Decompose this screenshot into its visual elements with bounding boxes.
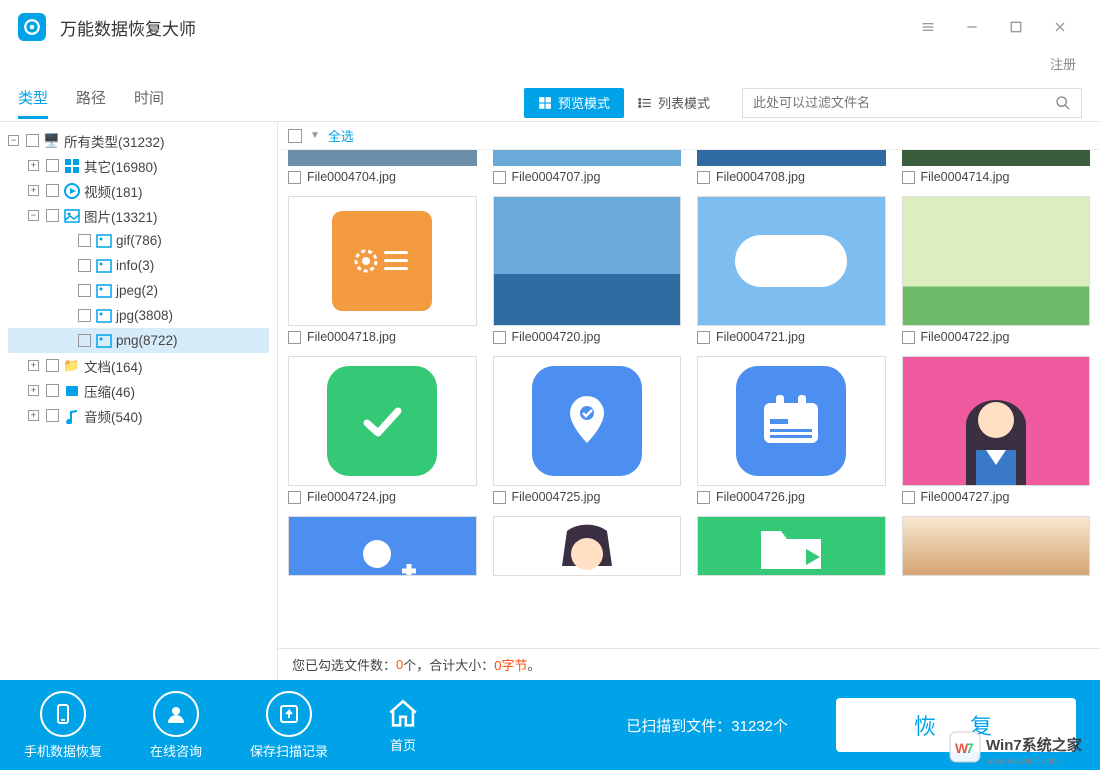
viewmode-list-label: 列表模式	[658, 93, 710, 112]
file-item[interactable]: File0004714.jpg	[902, 150, 1091, 184]
select-all-checkbox[interactable]	[288, 129, 302, 143]
file-item[interactable]: File0004704.jpg	[288, 150, 477, 184]
file-item[interactable]: File0004727.jpg	[902, 356, 1091, 504]
tree-all-label: 所有类型(31232)	[64, 131, 165, 151]
file-name: File0004721.jpg	[716, 330, 805, 344]
file-grid[interactable]: File0004704.jpg File0004707.jpg File0004…	[278, 150, 1100, 648]
file-checkbox[interactable]	[493, 331, 506, 344]
tree-jpeg[interactable]: jpeg(2)	[8, 278, 269, 303]
tree-info[interactable]: info(3)	[8, 253, 269, 278]
footer-home[interactable]: 首页	[386, 697, 420, 754]
tree-all[interactable]: −🖥️所有类型(31232)	[8, 128, 269, 153]
file-checkbox[interactable]	[697, 171, 710, 184]
file-item[interactable]	[902, 516, 1091, 576]
file-checkbox[interactable]	[902, 491, 915, 504]
file-item[interactable]: File0004718.jpg	[288, 196, 477, 344]
file-item[interactable]: File0004724.jpg	[288, 356, 477, 504]
tree-document[interactable]: +📁文档(164)	[8, 353, 269, 378]
file-name: File0004704.jpg	[307, 170, 396, 184]
footer-chat-label: 在线咨询	[150, 741, 202, 760]
tree-image-label: 图片(13321)	[84, 206, 158, 226]
file-item[interactable]: File0004722.jpg	[902, 196, 1091, 344]
file-name: File0004725.jpg	[512, 490, 601, 504]
tree-png-label: png(8722)	[116, 333, 178, 348]
minimize-button[interactable]	[950, 5, 994, 49]
search-box[interactable]	[742, 88, 1082, 118]
tab-time[interactable]: 时间	[134, 87, 164, 119]
file-name: File0004727.jpg	[921, 490, 1010, 504]
file-item[interactable]: File0004721.jpg	[697, 196, 886, 344]
file-item[interactable]	[493, 516, 682, 576]
file-name: File0004722.jpg	[921, 330, 1010, 344]
file-item[interactable]: File0004707.jpg	[493, 150, 682, 184]
close-button[interactable]	[1038, 5, 1082, 49]
tree-png[interactable]: png(8722)	[8, 328, 269, 353]
footer-home-label: 首页	[390, 735, 416, 754]
tree-other[interactable]: +其它(16980)	[8, 153, 269, 178]
tree-other-label: 其它(16980)	[84, 156, 158, 176]
file-name: File0004714.jpg	[921, 170, 1010, 184]
tree-gif[interactable]: gif(786)	[8, 228, 269, 253]
file-item[interactable]: File0004720.jpg	[493, 196, 682, 344]
file-checkbox[interactable]	[493, 171, 506, 184]
file-item[interactable]: File0004726.jpg	[697, 356, 886, 504]
select-all-row[interactable]: ▼ 全选	[278, 122, 1100, 150]
menu-button[interactable]	[906, 5, 950, 49]
dropdown-icon[interactable]: ▼	[310, 130, 320, 141]
file-item[interactable]: File0004708.jpg	[697, 150, 886, 184]
scan-status: 已扫描到文件：31232个	[626, 715, 788, 736]
file-checkbox[interactable]	[902, 171, 915, 184]
viewmode-list[interactable]: 列表模式	[624, 88, 724, 118]
register-link[interactable]: 注册	[1050, 54, 1076, 73]
tab-type[interactable]: 类型	[18, 87, 48, 119]
file-checkbox[interactable]	[288, 171, 301, 184]
file-name: File0004726.jpg	[716, 490, 805, 504]
search-icon[interactable]	[1055, 95, 1071, 111]
tree-video[interactable]: +视频(181)	[8, 178, 269, 203]
tree-video-label: 视频(181)	[84, 181, 143, 201]
app-logo	[18, 13, 46, 41]
file-name: File0004718.jpg	[307, 330, 396, 344]
footer-phone-recover[interactable]: 手机数据恢复	[24, 691, 102, 760]
sidebar-tree[interactable]: −🖥️所有类型(31232) +其它(16980) +视频(181) −图片(1…	[0, 122, 278, 680]
file-name: File0004708.jpg	[716, 170, 805, 184]
tree-audio-label: 音频(540)	[84, 406, 143, 426]
select-all-label[interactable]: 全选	[328, 126, 354, 145]
tree-jpg-label: jpg(3808)	[116, 308, 173, 323]
tab-path[interactable]: 路径	[76, 87, 106, 119]
file-item[interactable]: File0004725.jpg	[493, 356, 682, 504]
tree-audio[interactable]: +音频(540)	[8, 403, 269, 428]
tree-info-label: info(3)	[116, 258, 154, 273]
file-checkbox[interactable]	[697, 331, 710, 344]
tree-jpg[interactable]: jpg(3808)	[8, 303, 269, 328]
tree-doc-label: 文档(164)	[84, 356, 143, 376]
file-item[interactable]	[288, 516, 477, 576]
file-name: File0004720.jpg	[512, 330, 601, 344]
maximize-button[interactable]	[994, 5, 1038, 49]
tree-image[interactable]: −图片(13321)	[8, 203, 269, 228]
tree-gif-label: gif(786)	[116, 233, 162, 248]
file-name: File0004724.jpg	[307, 490, 396, 504]
app-title: 万能数据恢复大师	[60, 15, 196, 40]
file-checkbox[interactable]	[493, 491, 506, 504]
search-input[interactable]	[753, 95, 1055, 110]
file-checkbox[interactable]	[697, 491, 710, 504]
recover-button[interactable]: 恢 复	[836, 698, 1076, 752]
viewmode-preview[interactable]: 预览模式	[524, 88, 624, 118]
tree-zip-label: 压缩(46)	[84, 381, 135, 401]
footer-chat[interactable]: 在线咨询	[150, 691, 202, 760]
file-item[interactable]	[697, 516, 886, 576]
footer-save-label: 保存扫描记录	[250, 741, 328, 760]
file-checkbox[interactable]	[288, 491, 301, 504]
file-name: File0004707.jpg	[512, 170, 601, 184]
footer-save-scan[interactable]: 保存扫描记录	[250, 691, 328, 760]
selection-summary: 您已勾选文件数：0个，合计大小：0字节。	[278, 648, 1100, 680]
tree-archive[interactable]: +压缩(46)	[8, 378, 269, 403]
viewmode-preview-label: 预览模式	[558, 93, 610, 112]
file-checkbox[interactable]	[288, 331, 301, 344]
footer-phone-label: 手机数据恢复	[24, 741, 102, 760]
file-checkbox[interactable]	[902, 331, 915, 344]
tree-jpeg-label: jpeg(2)	[116, 283, 158, 298]
